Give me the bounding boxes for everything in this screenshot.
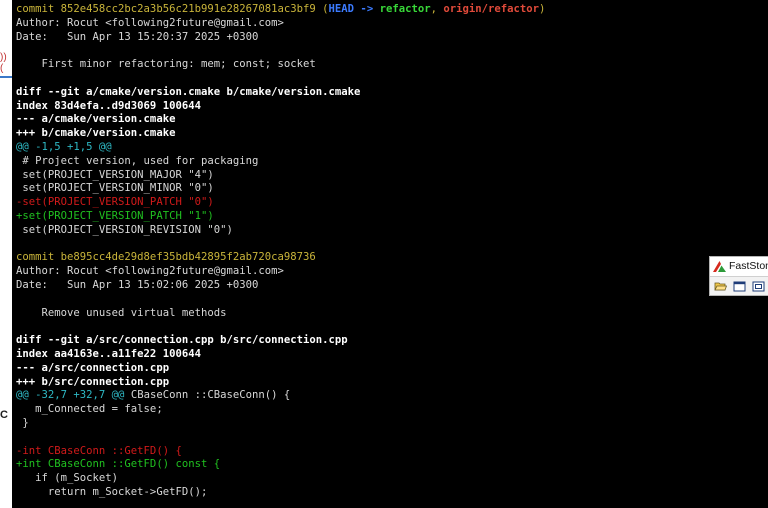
- terminal-line: --- a/src/connection.cpp: [16, 362, 768, 376]
- git-log-output: commit 852e458cc2bc2a3b56c21b991e2826708…: [12, 0, 768, 500]
- background-window-strip: )) ( C: [0, 0, 12, 508]
- terminal-text-segment: set(PROJECT_VERSION_MINOR "0"): [16, 182, 214, 195]
- terminal-text-segment: # Project version, used for packaging: [16, 154, 259, 167]
- terminal-text-segment: m_Connected = false;: [16, 403, 163, 416]
- terminal-text-segment: index aa4163e..a11fe22 100644: [16, 347, 201, 360]
- terminal-text-segment: ): [539, 3, 546, 15]
- terminal-line: index aa4163e..a11fe22 100644: [16, 348, 768, 362]
- faststone-title-bar[interactable]: FastStone: [710, 257, 768, 277]
- terminal-line: --- a/cmake/version.cmake: [16, 113, 768, 127]
- terminal-text-segment: if (m_Socket): [16, 472, 119, 485]
- terminal-text-segment: Author: Rocut <following2future@gmail.co…: [16, 265, 284, 278]
- terminal-line: Date: Sun Apr 13 15:20:37 2025 +0300: [16, 31, 768, 45]
- terminal-text-segment: +set(PROJECT_VERSION_PATCH "1"): [16, 209, 214, 222]
- terminal-line: m_Connected = false;: [16, 403, 768, 417]
- terminal-text-segment: set(PROJECT_VERSION_REVISION "0"): [16, 223, 233, 236]
- terminal-line: commit 852e458cc2bc2a3b56c21b991e2826708…: [16, 3, 768, 17]
- terminal-text-segment: -set(PROJECT_VERSION_PATCH "0"): [16, 196, 214, 209]
- terminal-line: First minor refactoring: mem; const; soc…: [16, 58, 768, 72]
- terminal-text-segment: Remove unused virtual methods: [16, 306, 227, 319]
- terminal-line: Date: Sun Apr 13 15:02:06 2025 +0300: [16, 279, 768, 293]
- terminal-text-segment: set(PROJECT_VERSION_MAJOR "4"): [16, 168, 214, 181]
- terminal-line: Author: Rocut <following2future@gmail.co…: [16, 265, 768, 279]
- terminal-text-segment: }: [16, 416, 29, 429]
- background-accent-line: [0, 76, 12, 78]
- terminal-text-segment: Author: Rocut <following2future@gmail.co…: [16, 16, 284, 29]
- background-text-fragment: C: [0, 409, 8, 421]
- terminal-line: Remove unused virtual methods: [16, 307, 768, 321]
- terminal-line: }: [16, 417, 768, 431]
- terminal-line: @@ -32,7 +32,7 @@ CBaseConn ::CBaseConn(…: [16, 389, 768, 403]
- terminal-line: set(PROJECT_VERSION_REVISION "0"): [16, 224, 768, 238]
- terminal-line: +++ b/src/connection.cpp: [16, 376, 768, 390]
- terminal-text-segment: --- a/src/connection.cpp: [16, 361, 170, 374]
- terminal-text-segment: ,: [430, 3, 444, 15]
- capture-window-icon[interactable]: [732, 279, 747, 293]
- terminal-line: # Project version, used for packaging: [16, 155, 768, 169]
- terminal-text-segment: diff --git a/cmake/version.cmake b/cmake…: [16, 85, 361, 98]
- terminal-window[interactable]: commit 852e458cc2bc2a3b56c21b991e2826708…: [12, 0, 768, 508]
- terminal-line: +++ b/cmake/version.cmake: [16, 127, 768, 141]
- terminal-text-segment: CBaseConn ::CBaseConn() {: [124, 389, 291, 402]
- terminal-text-segment: Date: Sun Apr 13 15:02:06 2025 +0300: [16, 278, 259, 291]
- terminal-line: diff --git a/src/connection.cpp b/src/co…: [16, 334, 768, 348]
- terminal-text-segment: --- a/cmake/version.cmake: [16, 113, 176, 126]
- background-text-fragment: )) (: [0, 52, 7, 74]
- terminal-text-segment: refactor: [379, 3, 431, 15]
- terminal-text-segment: diff --git a/src/connection.cpp b/src/co…: [16, 334, 348, 347]
- terminal-line: @@ -1,5 +1,5 @@: [16, 141, 768, 155]
- faststone-capture-toolbar[interactable]: FastStone: [709, 256, 768, 296]
- terminal-line: set(PROJECT_VERSION_MINOR "0"): [16, 182, 768, 196]
- terminal-text-segment: @@ -1,5 +1,5 @@: [16, 140, 112, 153]
- terminal-line: +int CBaseConn ::GetFD() const {: [16, 458, 768, 472]
- terminal-line: Author: Rocut <following2future@gmail.co…: [16, 17, 768, 31]
- capture-region-icon[interactable]: [751, 279, 766, 293]
- terminal-text-segment: Date: Sun Apr 13 15:20:37 2025 +0300: [16, 30, 259, 43]
- terminal-text-segment: +++ b/src/connection.cpp: [16, 375, 170, 388]
- terminal-line: +set(PROJECT_VERSION_PATCH "1"): [16, 210, 768, 224]
- terminal-line: diff --git a/cmake/version.cmake b/cmake…: [16, 86, 768, 100]
- terminal-line: -set(PROJECT_VERSION_PATCH "0"): [16, 196, 768, 210]
- terminal-line: index 83d4efa..d9d3069 100644: [16, 100, 768, 114]
- terminal-line: if (m_Socket): [16, 472, 768, 486]
- folder-open-icon[interactable]: [713, 279, 728, 293]
- terminal-text-segment: HEAD ->: [328, 3, 380, 15]
- terminal-line: -int CBaseConn ::GetFD() {: [16, 445, 768, 459]
- terminal-text-segment: +int CBaseConn ::GetFD() const {: [16, 458, 221, 471]
- terminal-line: return m_Socket->GetFD();: [16, 486, 768, 500]
- faststone-logo-icon: [713, 261, 726, 272]
- terminal-line: commit be895cc4de29d8ef35bdb42895f2ab720…: [16, 251, 768, 265]
- terminal-text-segment: commit 852e458cc2bc2a3b56c21b991e2826708…: [16, 3, 323, 15]
- terminal-text-segment: +++ b/cmake/version.cmake: [16, 127, 176, 140]
- terminal-text-segment: First minor refactoring: mem; const; soc…: [16, 58, 316, 71]
- terminal-line: set(PROJECT_VERSION_MAJOR "4"): [16, 169, 768, 183]
- faststone-title: FastStone: [729, 260, 768, 272]
- terminal-text-segment: origin/refactor: [443, 3, 540, 15]
- terminal-text-segment: return m_Socket->GetFD();: [16, 485, 208, 498]
- terminal-text-segment: -int CBaseConn ::GetFD() {: [16, 444, 182, 457]
- terminal-text-segment: index 83d4efa..d9d3069 100644: [16, 99, 201, 112]
- terminal-text-segment: commit be895cc4de29d8ef35bdb42895f2ab720…: [16, 251, 316, 264]
- terminal-text-segment: @@ -32,7 +32,7 @@: [16, 389, 125, 402]
